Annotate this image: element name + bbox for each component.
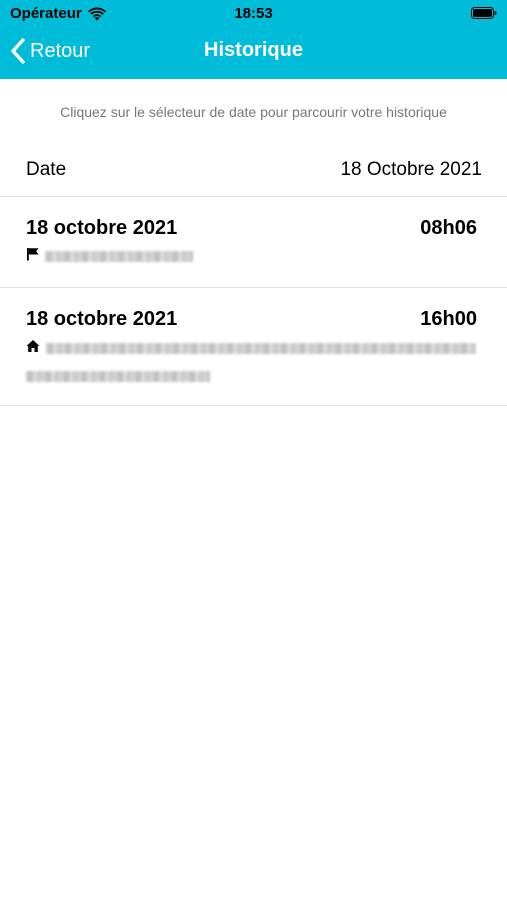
page-title: Historique [204,39,303,61]
entry-time: 16h00 [420,308,477,330]
entry-date: 18 octobre 2021 [26,217,178,239]
date-picker[interactable]: Date 18 Octobre 2021 [0,150,507,197]
entry-time: 08h06 [420,217,477,239]
header: Opérateur 18:53 Retour Historique [0,0,507,79]
entry-date: 18 octobre 2021 [26,308,178,330]
redacted-address [46,343,476,354]
flag-icon [27,248,39,261]
redacted-address [26,371,210,382]
date-picker-hint: Cliquez sur le sélecteur de date pour pa… [60,104,447,120]
nav-bar: Retour Historique [0,28,507,79]
redacted-location [45,251,193,262]
clock: 18:53 [234,5,273,22]
date-picker-label: Date [26,159,67,180]
battery-icon [471,7,497,19]
history-entry[interactable]: 18 octobre 2021 08h06 [0,197,507,288]
date-picker-value[interactable]: 18 Octobre 2021 [340,159,482,181]
status-bar: Opérateur 18:53 [0,0,507,28]
history-entry[interactable]: 18 octobre 2021 16h00 [0,288,507,406]
home-icon [26,340,40,352]
